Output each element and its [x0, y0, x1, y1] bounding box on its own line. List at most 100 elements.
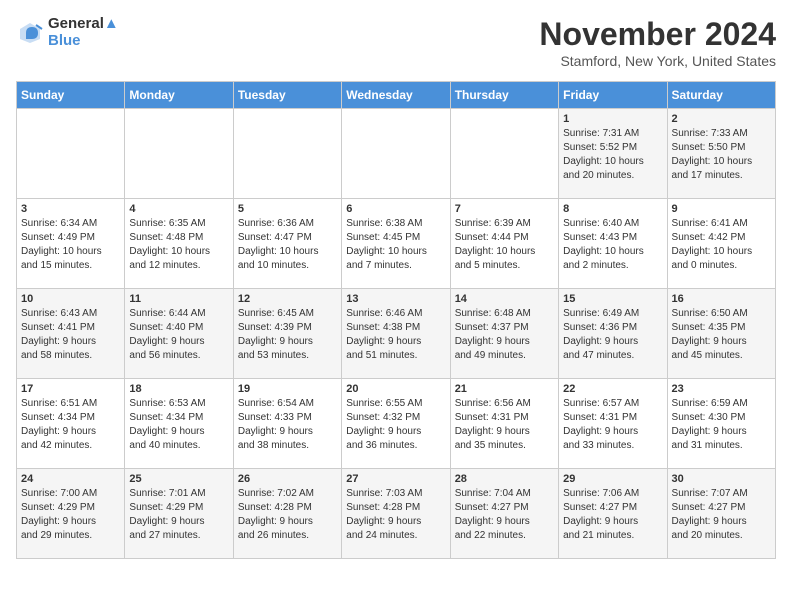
- day-detail: Sunrise: 6:56 AM Sunset: 4:31 PM Dayligh…: [455, 397, 554, 453]
- day-number: 25: [129, 473, 228, 485]
- calendar-cell: [342, 109, 450, 199]
- calendar-cell: 2Sunrise: 7:33 AM Sunset: 5:50 PM Daylig…: [667, 109, 775, 199]
- weekday-header-saturday: Saturday: [667, 82, 775, 109]
- day-number: 6: [346, 203, 445, 215]
- day-number: 12: [238, 293, 337, 305]
- day-number: 1: [563, 113, 662, 125]
- day-detail: Sunrise: 6:35 AM Sunset: 4:48 PM Dayligh…: [129, 217, 228, 273]
- calendar-cell: [125, 109, 233, 199]
- weekday-header-row: SundayMondayTuesdayWednesdayThursdayFrid…: [17, 82, 776, 109]
- calendar-cell: 19 Sunrise: 6:54 AM Sunset: 4:33 PM Dayli…: [233, 379, 341, 469]
- day-number: 9: [672, 203, 771, 215]
- day-number: 18: [129, 383, 228, 395]
- day-number: 3: [21, 203, 120, 215]
- day-number: 8: [563, 203, 662, 215]
- day-detail: Sunrise: 6:44 AM Sunset: 4:40 PM Dayligh…: [129, 307, 228, 363]
- day-detail: Sunrise: 6:46 AM Sunset: 4:38 PM Dayligh…: [346, 307, 445, 363]
- calendar-cell: 3 Sunrise: 6:34 AM Sunset: 4:49 PM Daylig…: [17, 199, 125, 289]
- calendar-cell: 28Sunrise: 7:04 AM Sunset: 4:27 PM Dayli…: [450, 469, 558, 559]
- calendar-cell: 23 Sunrise: 6:59 AM Sunset: 4:30 PM Dayli…: [667, 379, 775, 469]
- day-detail: Sunrise: 7:00 AM Sunset: 4:29 PM Dayligh…: [21, 487, 120, 543]
- calendar-cell: [17, 109, 125, 199]
- day-detail: Sunrise: 6:51 AM Sunset: 4:34 PM Dayligh…: [21, 397, 120, 453]
- day-detail: Sunrise: 7:31 AM Sunset: 5:52 PM Dayligh…: [563, 127, 662, 183]
- day-detail: Sunrise: 6:54 AM Sunset: 4:33 PM Dayligh…: [238, 397, 337, 453]
- day-detail: Sunrise: 7:02 AM Sunset: 4:28 PM Dayligh…: [238, 487, 337, 543]
- calendar-cell: 21 Sunrise: 6:56 AM Sunset: 4:31 PM Dayli…: [450, 379, 558, 469]
- calendar-cell: 1 Sunrise: 7:31 AM Sunset: 5:52 PM Daylig…: [559, 109, 667, 199]
- day-number: 30: [672, 473, 771, 485]
- day-number: 7: [455, 203, 554, 215]
- weekday-header-sunday: Sunday: [17, 82, 125, 109]
- day-detail: Sunrise: 6:45 AM Sunset: 4:39 PM Dayligh…: [238, 307, 337, 363]
- day-number: 4: [129, 203, 228, 215]
- day-number: 13: [346, 293, 445, 305]
- calendar-cell: 24Sunrise: 7:00 AM Sunset: 4:29 PM Dayli…: [17, 469, 125, 559]
- day-detail: Sunrise: 6:53 AM Sunset: 4:34 PM Dayligh…: [129, 397, 228, 453]
- calendar-cell: 9 Sunrise: 6:41 AM Sunset: 4:42 PM Daylig…: [667, 199, 775, 289]
- day-detail: Sunrise: 6:34 AM Sunset: 4:49 PM Dayligh…: [21, 217, 120, 273]
- calendar-cell: 4 Sunrise: 6:35 AM Sunset: 4:48 PM Daylig…: [125, 199, 233, 289]
- day-detail: Sunrise: 6:57 AM Sunset: 4:31 PM Dayligh…: [563, 397, 662, 453]
- calendar-week-row: 24Sunrise: 7:00 AM Sunset: 4:29 PM Dayli…: [17, 469, 776, 559]
- day-detail: Sunrise: 6:48 AM Sunset: 4:37 PM Dayligh…: [455, 307, 554, 363]
- day-detail: Sunrise: 6:55 AM Sunset: 4:32 PM Dayligh…: [346, 397, 445, 453]
- day-detail: Sunrise: 7:01 AM Sunset: 4:29 PM Dayligh…: [129, 487, 228, 543]
- calendar-cell: 20 Sunrise: 6:55 AM Sunset: 4:32 PM Dayli…: [342, 379, 450, 469]
- day-detail: Sunrise: 6:50 AM Sunset: 4:35 PM Dayligh…: [672, 307, 771, 363]
- day-number: 19: [238, 383, 337, 395]
- calendar-week-row: 10 Sunrise: 6:43 AM Sunset: 4:41 PM Dayli…: [17, 289, 776, 379]
- logo-icon: [16, 19, 44, 47]
- calendar-cell: 16 Sunrise: 6:50 AM Sunset: 4:35 PM Dayli…: [667, 289, 775, 379]
- calendar-cell: 18 Sunrise: 6:53 AM Sunset: 4:34 PM Dayli…: [125, 379, 233, 469]
- day-detail: Sunrise: 6:59 AM Sunset: 4:30 PM Dayligh…: [672, 397, 771, 453]
- day-number: 17: [21, 383, 120, 395]
- calendar-cell: 13 Sunrise: 6:46 AM Sunset: 4:38 PM Dayli…: [342, 289, 450, 379]
- day-number: 27: [346, 473, 445, 485]
- day-number: 15: [563, 293, 662, 305]
- calendar-cell: 26 Sunrise: 7:02 AM Sunset: 4:28 PM Dayli…: [233, 469, 341, 559]
- weekday-header-tuesday: Tuesday: [233, 82, 341, 109]
- location: Stamford, New York, United States: [539, 53, 776, 69]
- calendar-cell: 14 Sunrise: 6:48 AM Sunset: 4:37 PM Dayli…: [450, 289, 558, 379]
- calendar-cell: 27 Sunrise: 7:03 AM Sunset: 4:28 PM Dayli…: [342, 469, 450, 559]
- month-title: November 2024: [539, 16, 776, 53]
- day-number: 10: [21, 293, 120, 305]
- calendar-cell: [233, 109, 341, 199]
- day-detail: Sunrise: 6:39 AM Sunset: 4:44 PM Dayligh…: [455, 217, 554, 273]
- calendar-cell: 12 Sunrise: 6:45 AM Sunset: 4:39 PM Dayli…: [233, 289, 341, 379]
- day-number: 22: [563, 383, 662, 395]
- day-detail: Sunrise: 7:04 AM Sunset: 4:27 PM Dayligh…: [455, 487, 554, 543]
- day-number: 23: [672, 383, 771, 395]
- day-number: 5: [238, 203, 337, 215]
- header: General▲ Blue November 2024 Stamford, Ne…: [16, 16, 776, 69]
- day-number: 29: [563, 473, 662, 485]
- day-number: 26: [238, 473, 337, 485]
- logo: General▲ Blue: [16, 16, 119, 49]
- day-number: 11: [129, 293, 228, 305]
- day-number: 20: [346, 383, 445, 395]
- weekday-header-wednesday: Wednesday: [342, 82, 450, 109]
- day-number: 14: [455, 293, 554, 305]
- day-detail: Sunrise: 6:49 AM Sunset: 4:36 PM Dayligh…: [563, 307, 662, 363]
- weekday-header-monday: Monday: [125, 82, 233, 109]
- calendar-week-row: 17 Sunrise: 6:51 AM Sunset: 4:34 PM Dayli…: [17, 379, 776, 469]
- day-detail: Sunrise: 7:06 AM Sunset: 4:27 PM Dayligh…: [563, 487, 662, 543]
- day-detail: Sunrise: 6:43 AM Sunset: 4:41 PM Dayligh…: [21, 307, 120, 363]
- calendar-cell: 10 Sunrise: 6:43 AM Sunset: 4:41 PM Dayli…: [17, 289, 125, 379]
- calendar-cell: 30 Sunrise: 7:07 AM Sunset: 4:27 PM Dayli…: [667, 469, 775, 559]
- calendar-cell: 25 Sunrise: 7:01 AM Sunset: 4:29 PM Dayli…: [125, 469, 233, 559]
- calendar-cell: [450, 109, 558, 199]
- title-section: November 2024 Stamford, New York, United…: [539, 16, 776, 69]
- day-number: 21: [455, 383, 554, 395]
- weekday-header-friday: Friday: [559, 82, 667, 109]
- day-detail: Sunrise: 7:03 AM Sunset: 4:28 PM Dayligh…: [346, 487, 445, 543]
- day-number: 16: [672, 293, 771, 305]
- calendar-cell: 8Sunrise: 6:40 AM Sunset: 4:43 PM Daylig…: [559, 199, 667, 289]
- day-detail: Sunrise: 7:33 AM Sunset: 5:50 PM Dayligh…: [672, 127, 771, 183]
- day-detail: Sunrise: 7:07 AM Sunset: 4:27 PM Dayligh…: [672, 487, 771, 543]
- calendar-cell: 29 Sunrise: 7:06 AM Sunset: 4:27 PM Dayli…: [559, 469, 667, 559]
- calendar-cell: 22 Sunrise: 6:57 AM Sunset: 4:31 PM Dayli…: [559, 379, 667, 469]
- day-detail: Sunrise: 6:41 AM Sunset: 4:42 PM Dayligh…: [672, 217, 771, 273]
- logo-text: General▲ Blue: [48, 16, 119, 49]
